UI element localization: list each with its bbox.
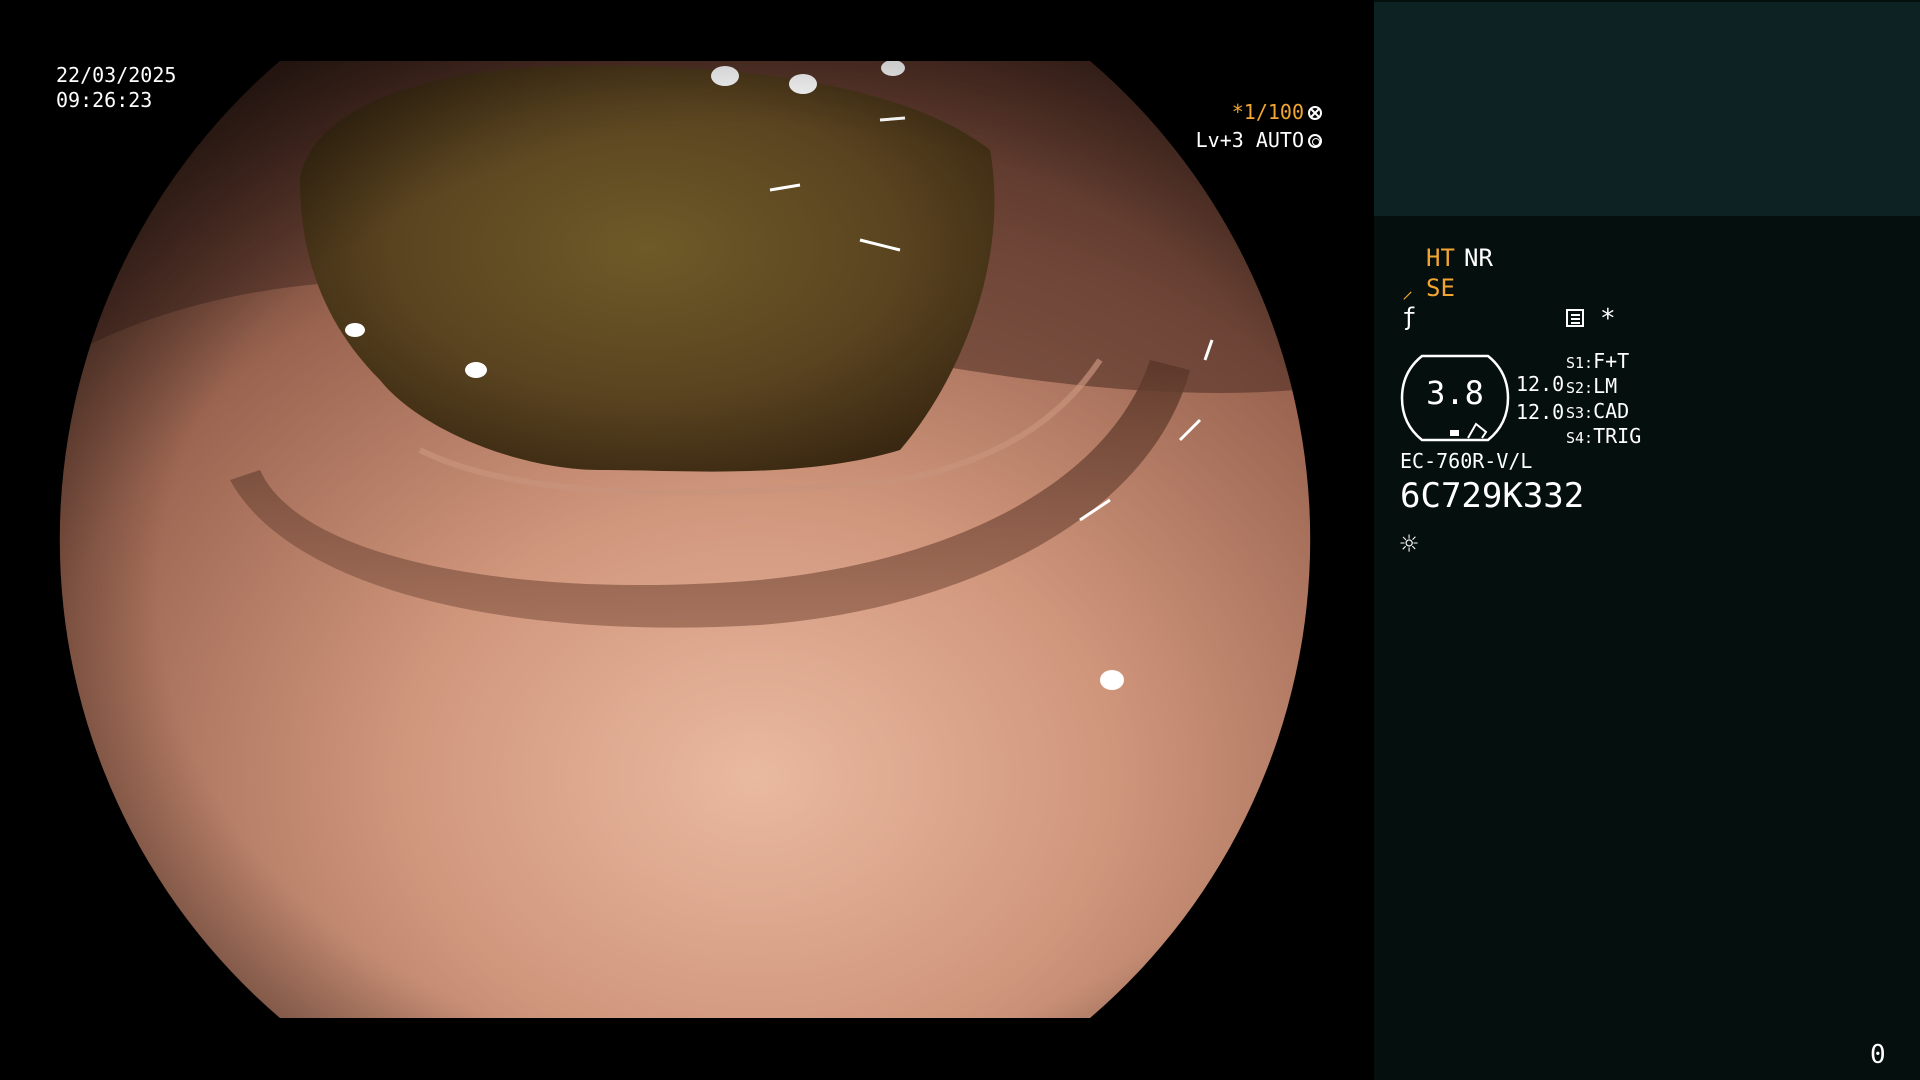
switch-value: LM [1593, 374, 1618, 398]
switch-key: S1: [1566, 354, 1594, 372]
iris-mode: AUTO [1255, 128, 1304, 152]
switch-s1: S1:F+T [1566, 349, 1629, 373]
endoscope-image-view: 22/03/2025 09:26:23 *1/100 Lv+3 AUTO [0, 0, 1374, 1080]
switch-s2: S2:LM [1566, 374, 1617, 398]
sun-icon: ☼ [1400, 527, 1419, 562]
image-counter: 0 [1870, 1040, 1886, 1070]
switch-s4: S4:TRIG [1566, 424, 1641, 448]
switch-value: CAD [1593, 399, 1630, 423]
iris-level: Lv+3 [1195, 128, 1244, 152]
shutter-cross-icon [1308, 106, 1322, 120]
ht-label: HT [1426, 244, 1455, 272]
setting-value-a: 12.0 [1516, 372, 1565, 396]
date-time-readout: 22/03/2025 09:26:23 [56, 63, 176, 113]
se-label: SE [1426, 274, 1455, 302]
shutter-speed: *1/100 [1231, 100, 1304, 124]
switch-value: F+T [1593, 349, 1630, 373]
switch-s3: S3:CAD [1566, 399, 1629, 423]
setting-value-b: 12.0 [1516, 400, 1565, 424]
shutter-row: *1/100 [1196, 98, 1322, 126]
exposure-settings: *1/100 Lv+3 AUTO [1196, 98, 1322, 154]
endoscopy-monitor-screen: 22/03/2025 09:26:23 *1/100 Lv+3 AUTO HT … [0, 0, 1920, 1080]
switch-key: S4: [1566, 429, 1594, 447]
iris-ring-icon [1308, 134, 1322, 148]
structure-enhance-icon: ⸝ [1402, 279, 1414, 304]
switch-key: S3: [1566, 404, 1594, 422]
date-text: 22/03/2025 [56, 63, 177, 87]
list-icon [1566, 309, 1584, 327]
f-wave-icon: ƒ [1402, 303, 1417, 331]
endoscope-image [59, 61, 1311, 1018]
gauge-value: 3.8 [1426, 374, 1484, 412]
info-panel: HT NR ⸝ SE ƒ * 3.8 12.0 12.0 S1:F+T S2:L… [1374, 0, 1920, 1080]
star-marker: * [1600, 304, 1616, 334]
time-text: 09:26:23 [56, 88, 153, 112]
switch-key: S2: [1566, 379, 1594, 397]
serial-number: 6C729K332 [1400, 476, 1585, 516]
nr-label: NR [1464, 244, 1493, 272]
switch-value: TRIG [1593, 424, 1642, 448]
scope-model: EC-760R-V/L [1400, 449, 1533, 473]
info-panel-header [1374, 2, 1920, 216]
iris-row: Lv+3 AUTO [1196, 126, 1322, 154]
